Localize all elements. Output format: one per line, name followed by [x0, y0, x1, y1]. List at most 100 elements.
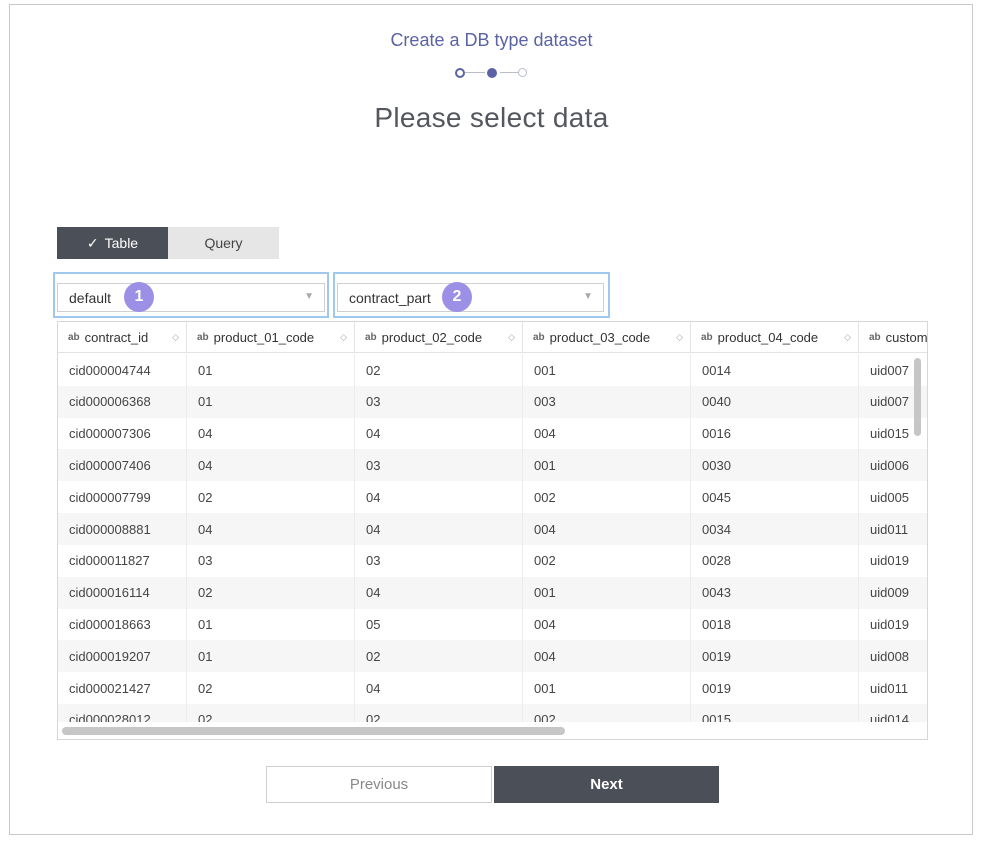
column-header-product-02-code[interactable]: ab product_02_code ◇	[355, 322, 523, 353]
sort-icon[interactable]: ◇	[340, 332, 347, 343]
table-cell: 001	[523, 576, 691, 609]
schema-select-value: default	[69, 289, 112, 306]
table-cell: cid000011827	[58, 544, 187, 577]
column-header-contract-id[interactable]: ab contract_id ◇	[58, 322, 187, 353]
table-cell: 001	[523, 354, 691, 386]
table-cell: 04	[187, 513, 355, 545]
column-header-label: custom	[885, 330, 928, 345]
column-header-label: product_03_code	[549, 330, 651, 345]
wizard-title: Create a DB type dataset	[390, 30, 593, 50]
table-cell: 02	[355, 640, 523, 673]
table-cell: cid000007799	[58, 481, 187, 514]
table-cell: uid019	[870, 553, 910, 569]
step-1-dot	[455, 68, 465, 78]
table-cell: 04	[187, 417, 355, 450]
table-cell: uid009	[870, 585, 910, 601]
step-2-dot	[487, 68, 497, 78]
table-cell: 05	[355, 608, 523, 641]
table-cell: 0019	[691, 640, 859, 673]
tab-query[interactable]: Query	[168, 227, 279, 259]
sort-icon[interactable]: ◇	[676, 332, 683, 343]
string-type-icon: ab	[365, 332, 377, 343]
table-cell: cid000007306	[58, 417, 187, 450]
table-row: cid000016114 02 04 001 0043 uid009	[58, 576, 927, 609]
sort-icon[interactable]: ◇	[508, 332, 515, 343]
check-icon: ✓	[86, 234, 99, 251]
step-connector	[465, 72, 485, 73]
sort-icon[interactable]: ◇	[844, 332, 851, 343]
table-cell: 04	[355, 576, 523, 609]
table-cell: 01	[187, 354, 355, 386]
column-header-custom[interactable]: ab custom	[859, 322, 928, 353]
sort-icon[interactable]: ◇	[172, 332, 179, 343]
column-header-label: product_04_code	[717, 330, 819, 345]
table-cell: 01	[187, 640, 355, 673]
step-3-dot	[518, 68, 527, 77]
string-type-icon: ab	[197, 332, 209, 343]
table-cell: 0034	[691, 513, 859, 545]
table-cell: uid011	[870, 680, 909, 696]
table-cell: 002	[523, 544, 691, 577]
table-cell: cid000008881	[58, 513, 187, 545]
table-cell: 001	[523, 672, 691, 704]
table-row: cid000021427 02 04 001 0019 uid011	[58, 672, 927, 704]
table-cell: uid008	[870, 648, 910, 664]
grid-header: ab contract_id ◇ ab product_01_code ◇ ab…	[58, 322, 928, 353]
table-cell: uid019	[870, 616, 910, 632]
table-cell: 04	[355, 672, 523, 704]
table-cell: uid006	[870, 457, 910, 473]
table-cell: 0016	[691, 417, 859, 450]
horizontal-scrollbar[interactable]	[62, 727, 565, 735]
next-button[interactable]: Next	[494, 766, 719, 803]
chevron-down-icon: ▼	[304, 291, 314, 302]
table-cell: cid000004744	[58, 354, 187, 386]
table-cell: 001	[523, 449, 691, 482]
column-header-product-04-code[interactable]: ab product_04_code ◇	[691, 322, 859, 353]
table-cell: 0030	[691, 449, 859, 482]
string-type-icon: ab	[701, 332, 713, 343]
table-row: cid000011827 03 03 002 0028 uid019	[58, 544, 927, 577]
string-type-icon: ab	[68, 332, 80, 343]
table-cell: 0028	[691, 544, 859, 577]
table-cell: 0018	[691, 608, 859, 641]
table-cell: cid000016114	[58, 576, 187, 609]
table-cell: 02	[355, 354, 523, 386]
table-cell: 0040	[691, 385, 859, 418]
column-header-product-01-code[interactable]: ab product_01_code ◇	[187, 322, 355, 353]
step-indicator	[455, 67, 530, 79]
column-header-product-03-code[interactable]: ab product_03_code ◇	[523, 322, 691, 353]
previous-button[interactable]: Previous	[266, 766, 492, 803]
table-cell: uid011	[870, 521, 909, 537]
table-cell: 01	[187, 385, 355, 418]
tab-query-label: Query	[204, 235, 243, 251]
table-row: cid000008881 04 04 004 0034 uid011	[58, 513, 927, 545]
data-preview-grid: ab contract_id ◇ ab product_01_code ◇ ab…	[57, 321, 928, 740]
table-cell: 02	[187, 576, 355, 609]
column-header-label: product_01_code	[213, 330, 315, 345]
vertical-scrollbar[interactable]	[914, 358, 921, 436]
schema-select[interactable]: default ▼	[57, 283, 325, 312]
table-cell: 04	[355, 417, 523, 450]
table-cell: 004	[523, 640, 691, 673]
column-header-label: contract_id	[84, 330, 149, 345]
table-cell: cid000018663	[58, 608, 187, 641]
table-cell: 04	[355, 513, 523, 545]
table-cell: cid000007406	[58, 449, 187, 482]
chevron-down-icon: ▼	[583, 291, 593, 302]
table-cell: uid005	[870, 489, 910, 505]
table-row: cid000004744 01 02 001 0014 uid007	[58, 354, 927, 386]
table-cell: 004	[523, 513, 691, 545]
table-select-value: contract_part	[349, 289, 431, 306]
table-cell: 03	[187, 544, 355, 577]
page-heading: Please select data	[374, 102, 609, 133]
tab-table[interactable]: ✓ Table	[57, 227, 168, 259]
table-cell: 0043	[691, 576, 859, 609]
table-row: cid000018663 01 05 004 0018 uid019	[58, 608, 927, 641]
table-cell: 0014	[691, 354, 859, 386]
table-row: cid000007799 02 04 002 0045 uid005	[58, 481, 927, 514]
table-row: cid000007306 04 04 004 0016 uid015	[58, 417, 927, 450]
table-cell: 0019	[691, 672, 859, 704]
table-cell: 03	[355, 544, 523, 577]
tab-table-label: Table	[104, 235, 139, 251]
step-connector	[500, 72, 520, 73]
